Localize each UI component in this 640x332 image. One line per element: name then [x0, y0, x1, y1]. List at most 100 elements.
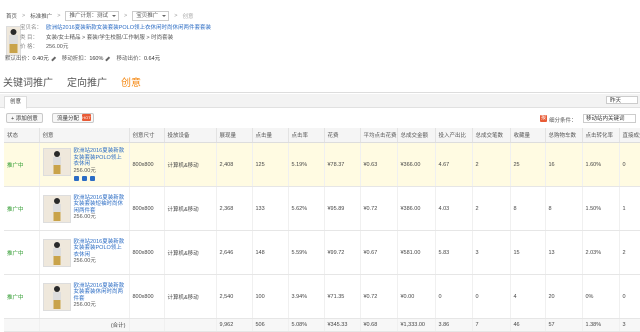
- subtab-creative[interactable]: 创意: [4, 96, 28, 109]
- col-status: 状态: [4, 128, 40, 143]
- tab-targeting[interactable]: 定向推广: [67, 74, 107, 89]
- category-row: 类 目： 女装/女士精品 > 套装/学生校服/工作制服 > 时尚套装: [20, 34, 211, 44]
- cart-cell: 20: [545, 274, 583, 319]
- cost-cell: ¥99.72: [324, 230, 361, 275]
- ctr-cell: 5.59%: [288, 230, 325, 275]
- cost-cell: ¥95.89: [324, 186, 361, 231]
- cvr-cell: 1.60%: [582, 142, 620, 187]
- report-icon[interactable]: 报: [540, 115, 547, 122]
- product-image-icon: [43, 283, 70, 310]
- col-cvr[interactable]: 点击转化率: [582, 128, 620, 143]
- creative-image[interactable]: [42, 238, 71, 267]
- gmv-cell: ¥0.00: [397, 274, 436, 319]
- subtab-bar: [0, 94, 640, 108]
- creative-table: 状态 创意 创意尺寸 投放设备 展现量 点击量 点击率 花费 平均点击花费 总成…: [4, 128, 640, 332]
- impressions-cell: 2,368: [216, 186, 253, 231]
- impressions-cell: 2,540: [216, 274, 253, 319]
- cpc-cell: ¥0.72: [360, 186, 398, 231]
- status-cell: 推广中: [4, 186, 40, 231]
- creative-cell: 欧洲站2016夏装新款女装套装POLO领上衣休闲 256.00元: [39, 142, 130, 187]
- status-cell: 推广中: [4, 230, 40, 275]
- cart-cell: 16: [545, 142, 583, 187]
- crumb-separator: >: [124, 13, 128, 19]
- col-size: 创意尺寸: [129, 128, 165, 143]
- edit-icon[interactable]: [73, 176, 79, 181]
- gmv-cell: ¥386.00: [397, 186, 436, 231]
- category-value: 女装/女士精品 > 套装/学生校服/工作制服 > 时尚套装: [46, 34, 174, 41]
- tab-creative[interactable]: 创意: [121, 74, 141, 89]
- delete-icon[interactable]: [89, 176, 95, 181]
- direct-cell: 0: [619, 274, 640, 319]
- creative-title[interactable]: 欧洲站2016夏装新款女装套装短袖时尚休闲两件套: [74, 195, 125, 214]
- col-cost[interactable]: 花费: [324, 128, 361, 143]
- edit-icon[interactable]: [50, 55, 56, 61]
- creative-title[interactable]: 欧洲站2016夏装新款女装套装POLO领上衣休闲: [74, 239, 125, 258]
- plan-select[interactable]: 推广计划：测试: [65, 11, 119, 21]
- add-creative-button[interactable]: + 添加创意: [6, 113, 43, 123]
- table-row: 推广中 欧洲站2016夏装新款女装套装短袖时尚休闲两件套 256.00元 800x…: [4, 186, 640, 231]
- plan-prefix: 推广计划：: [69, 13, 97, 19]
- favorites-cell: 25: [510, 142, 546, 187]
- col-gmv[interactable]: 总成交金额: [397, 128, 436, 143]
- mobile-bid-label: 移动出价：: [116, 56, 144, 62]
- unit-select[interactable]: 宝贝推广: [132, 11, 170, 21]
- price-row: 价 格： 256.00元: [20, 43, 211, 53]
- col-roi[interactable]: 投入产出比: [435, 128, 473, 143]
- edit-icon[interactable]: [105, 55, 111, 61]
- device-cell: 计算机&移动: [164, 186, 217, 231]
- product-image-icon: [43, 239, 70, 266]
- ctr-cell: 5.19%: [288, 142, 325, 187]
- ctr-cell: 3.94%: [288, 274, 325, 319]
- cost-cell: ¥78.37: [324, 142, 361, 187]
- creative-price: 256.00元: [73, 302, 96, 308]
- col-orders[interactable]: 总成交笔数: [472, 128, 511, 143]
- clicks-cell: 148: [252, 230, 289, 275]
- mobile-bid-value: 0.64元: [143, 56, 161, 62]
- metric-select-value: 移动站内关键词: [586, 116, 625, 122]
- product-name-link[interactable]: 欧洲站2016夏装新款女装套装POLO领上衣休闲时尚休闲两件套套装: [46, 25, 211, 31]
- date-range-select[interactable]: 昨天: [606, 96, 638, 104]
- orders-cell: 2: [472, 186, 511, 231]
- col-creative: 创意: [39, 128, 130, 143]
- date-range-value: 昨天: [610, 98, 622, 104]
- crumb-standard[interactable]: 标准推广: [30, 12, 52, 20]
- flow-allocation-label: 流量分配: [57, 116, 80, 122]
- orders-cell: 3: [472, 230, 511, 275]
- col-cart[interactable]: 总购物车数: [545, 128, 583, 143]
- cvr-cell: 2.03%: [582, 230, 620, 275]
- plan-value: 测试: [96, 13, 108, 19]
- gmv-cell: ¥366.00: [397, 142, 436, 187]
- creative-price: 256.00元: [73, 214, 96, 220]
- direct-cell: 2: [619, 230, 640, 275]
- creative-image[interactable]: [42, 148, 71, 176]
- col-favorites[interactable]: 收藏量: [510, 128, 546, 143]
- impressions-cell: 2,408: [216, 142, 253, 187]
- metric-select[interactable]: 移动站内关键词: [583, 114, 636, 123]
- col-direct[interactable]: 直接成交: [619, 128, 640, 143]
- divider: [0, 92, 640, 93]
- creative-title[interactable]: 欧洲站2016夏装新款女装套装休闲时尚两件套: [74, 283, 125, 302]
- main-tabs: 关键词推广 定向推广 创意: [3, 74, 155, 89]
- creative-image[interactable]: [42, 194, 71, 223]
- mobile-discount-value: 160%: [89, 56, 104, 62]
- breadcrumb: 首页 > 标准推广 > 推广计划：测试 > 宝贝推广 > 创意: [6, 11, 194, 21]
- creative-price: 256.00元: [73, 167, 96, 174]
- clicks-cell: 125: [252, 142, 289, 187]
- size-cell: 800x800: [129, 142, 165, 187]
- copy-icon[interactable]: [81, 176, 87, 181]
- col-clicks[interactable]: 点击量: [252, 128, 289, 143]
- crumb-current: 创意: [182, 14, 194, 20]
- col-impressions[interactable]: 展现量: [216, 128, 253, 143]
- device-cell: 计算机&移动: [164, 274, 217, 319]
- col-cpc[interactable]: 平均点击花费: [360, 128, 398, 143]
- col-ctr[interactable]: 点击率: [288, 128, 325, 143]
- creative-cell: 欧洲站2016夏装新款女装套装休闲时尚两件套 256.00元: [39, 274, 130, 319]
- hot-badge: HOT: [82, 114, 91, 121]
- cvr-cell: 1.50%: [582, 186, 620, 231]
- creative-image[interactable]: [42, 282, 71, 311]
- creative-title[interactable]: 欧洲站2016夏装新款女装套装POLO领上衣休闲: [74, 148, 125, 167]
- tab-keyword[interactable]: 关键词推广: [3, 74, 53, 89]
- product-image-icon: [7, 27, 20, 55]
- price-value: 256.00元: [46, 44, 69, 50]
- crumb-home[interactable]: 首页: [6, 12, 17, 20]
